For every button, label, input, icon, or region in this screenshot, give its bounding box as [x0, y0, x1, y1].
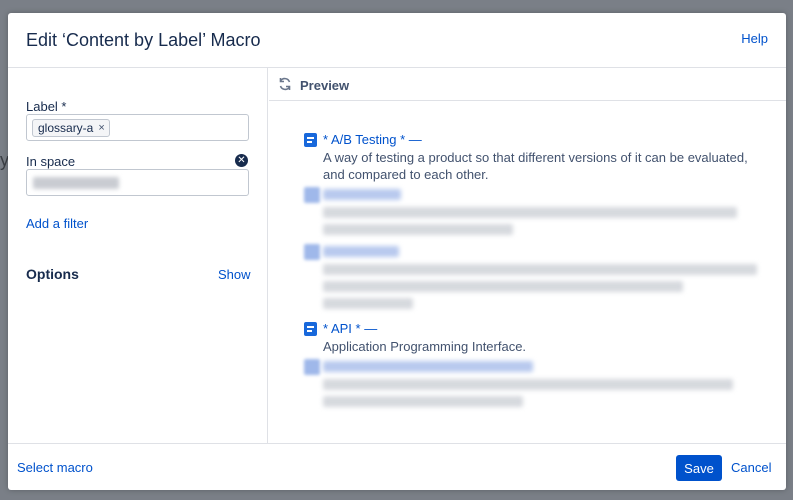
dialog-header: Edit ‘Content by Label’ Macro Help — [8, 13, 786, 68]
clear-icon[interactable]: ✕ — [235, 154, 248, 167]
space-input[interactable] — [26, 169, 249, 196]
chip-remove-icon[interactable]: × — [98, 120, 104, 136]
refresh-icon[interactable] — [278, 77, 292, 91]
select-macro-link[interactable]: Select macro — [17, 460, 93, 475]
preview-panel: Preview * A/B Testing * — A way of testi… — [269, 68, 786, 443]
options-heading: Options — [26, 266, 79, 282]
space-value-redacted — [33, 177, 119, 189]
page-excerpt: Application Programming Interface. — [323, 339, 527, 354]
cancel-link[interactable]: Cancel — [731, 460, 771, 475]
redacted-excerpt — [323, 281, 683, 292]
page-excerpt: A way of testing a product so that diffe… — [323, 150, 748, 182]
redacted-page-icon — [304, 187, 320, 203]
edit-macro-dialog: Edit ‘Content by Label’ Macro Help Label… — [8, 13, 786, 490]
redacted-excerpt — [323, 264, 757, 275]
page-icon — [304, 322, 317, 336]
preview-title: Preview — [300, 78, 350, 93]
save-button[interactable]: Save — [676, 455, 722, 481]
redacted-excerpt — [323, 207, 737, 218]
page-link[interactable]: * API * — — [323, 321, 377, 336]
redacted-page-link — [323, 189, 401, 200]
page-icon — [304, 133, 317, 147]
space-field-label: In space — [26, 154, 76, 169]
show-options-link[interactable]: Show — [218, 267, 251, 282]
page-link[interactable]: * A/B Testing * — — [323, 132, 422, 147]
dialog-footer: Select macro Save Cancel — [8, 443, 786, 490]
help-link[interactable]: Help — [741, 31, 768, 46]
redacted-excerpt — [323, 396, 523, 407]
redacted-excerpt — [323, 298, 413, 309]
redacted-page-link — [323, 361, 533, 372]
label-field-label: Label * — [26, 99, 67, 114]
redacted-excerpt — [323, 224, 513, 235]
dialog-title: Edit ‘Content by Label’ Macro — [26, 30, 261, 50]
redacted-page-icon — [304, 244, 320, 260]
label-chip-text: glossary-a — [38, 121, 94, 135]
label-input[interactable]: glossary-a × — [26, 114, 249, 141]
macro-parameters-panel: Label * glossary-a × In space ✕ Add a fi… — [8, 68, 268, 443]
redacted-excerpt — [323, 379, 733, 390]
redacted-page-link — [323, 246, 399, 257]
preview-header: Preview — [269, 68, 786, 101]
redacted-page-icon — [304, 359, 320, 375]
add-filter-link[interactable]: Add a filter — [26, 216, 88, 231]
label-chip: glossary-a × — [32, 119, 110, 137]
